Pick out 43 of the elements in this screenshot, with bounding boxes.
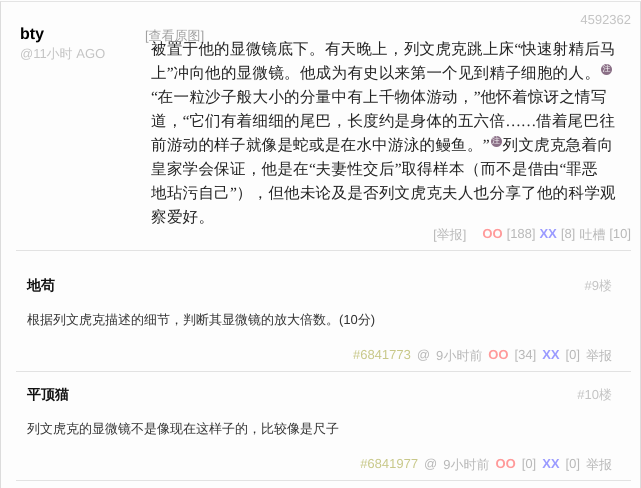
text-line: 道，“它们有着细细的尾巴，长度约是身体的五六倍……借着尾巴往: [151, 112, 616, 132]
floor-number: #9楼: [584, 277, 612, 295]
text-line: 察爱好。: [151, 208, 214, 228]
downvote-count: [0]: [566, 347, 580, 364]
upvote-button[interactable]: OO: [482, 226, 503, 244]
comment-link[interactable]: 吐槽: [579, 226, 606, 244]
commenter-name: 地苟: [27, 277, 55, 295]
report-link[interactable]: 举报: [586, 456, 612, 474]
upvote-button[interactable]: OO: [495, 456, 516, 474]
author-name: bty: [20, 26, 45, 44]
comment-id: #6841977: [360, 456, 418, 473]
comment-text: 根据列文虎克描述的细节，判断其显微镜的放大倍数。(10分): [27, 311, 376, 329]
downvote-button[interactable]: XX: [540, 226, 557, 244]
comment-count: [10]: [609, 226, 631, 243]
floor-number: #10楼: [577, 386, 612, 404]
upvote-button[interactable]: OO: [488, 347, 508, 365]
downvote-count: [0]: [566, 456, 580, 473]
post-time: @11小时 AGO: [20, 45, 106, 63]
text-line: 前游动的样子就像是蛇或是在水中游泳的鳗鱼。”: [151, 136, 490, 156]
text-line: 上”冲向他的显微镜。他成为有史以来第一个见到精子细胞的人。: [151, 64, 600, 84]
upvote-count: [188]: [506, 226, 536, 243]
upvote-count: [0]: [522, 456, 536, 473]
text-line: “在一粒沙子般大小的分量中有上千物体游动，”他怀着惊讶之情写: [151, 88, 607, 108]
post-id: 4592362: [580, 12, 631, 27]
reply-link[interactable]: @: [424, 456, 438, 474]
downvote-button[interactable]: XX: [542, 347, 560, 365]
downvote-button[interactable]: XX: [542, 456, 560, 474]
reply-link[interactable]: @: [416, 347, 430, 365]
comment-time: 9小时前: [436, 347, 482, 365]
comment-id: #6841773: [352, 347, 411, 364]
note-icon: 注: [490, 136, 502, 146]
note-icon: 注: [601, 64, 612, 74]
commenter-name: 平顶猫: [27, 386, 69, 404]
downvote-count: [8]: [560, 226, 576, 243]
report-link[interactable]: [举报]: [433, 226, 466, 244]
text-line: 列文虎克急着向: [502, 136, 614, 156]
comment-time: 9小时前: [443, 456, 490, 474]
text-line: 皇家学会保证，他是在“夫妻性交后”取得样本（而不是借由“罪恶: [151, 160, 598, 180]
comment-text: 列文虎克的显微镜不是像现在这样子的，比较像是尺子: [27, 420, 340, 438]
text-line: 被置于他的显微镜底下。有天晚上，列文虎克跳上床“快速射精后马: [151, 41, 616, 60]
report-link[interactable]: 举报: [586, 347, 612, 365]
upvote-count: [34]: [514, 347, 536, 364]
text-line: 地玷污自己”），但他未论及是否列文虎克夫人也分享了他的科学观: [151, 184, 616, 204]
